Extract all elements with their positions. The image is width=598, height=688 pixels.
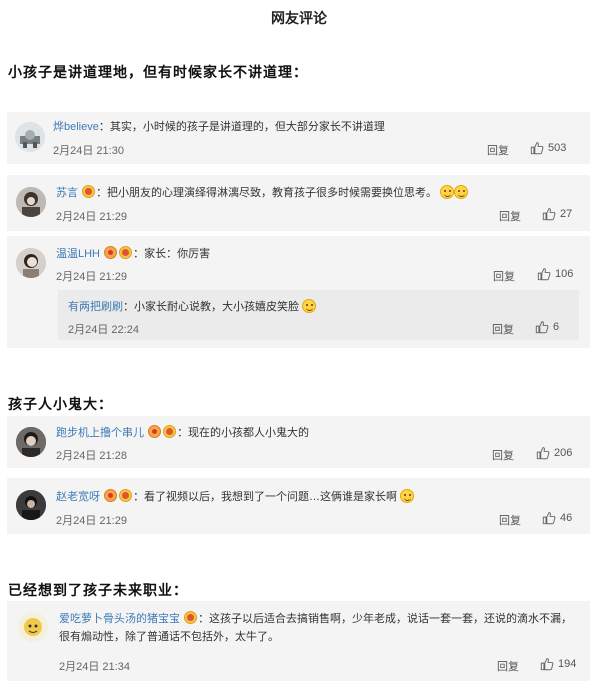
comment-card: 赵老宽呀 ：看了视频以后，我想到了一个问题…这俩谁是家长啊 2月24日 21:2… [7, 478, 590, 534]
thumbs-up-icon [537, 267, 551, 281]
thumbs-up-icon [542, 207, 556, 221]
like-button[interactable]: 503 [530, 141, 566, 155]
fans-badge-icon [184, 611, 198, 624]
comment-timestamp: 2月24日 21:34 [59, 661, 130, 673]
smile-emoji-icon [302, 299, 317, 313]
like-count: 206 [554, 447, 573, 459]
comment-timestamp: 2月24日 21:29 [56, 515, 127, 527]
vip-badge-icon [104, 489, 118, 502]
like-count: 46 [560, 512, 573, 524]
like-button[interactable]: 206 [536, 446, 572, 460]
fans-badge-icon [82, 185, 96, 198]
reply-button[interactable]: 回复 [492, 321, 514, 337]
reply-button[interactable]: 回复 [493, 268, 515, 284]
thumbs-up-icon [530, 141, 544, 155]
comment-timestamp: 2月24日 21:29 [56, 211, 127, 223]
fans-badge-icon [163, 425, 177, 438]
vip-badge-icon [148, 425, 162, 438]
fans-badge-icon [119, 489, 133, 502]
avatar[interactable] [16, 187, 46, 217]
comment-timestamp: 2月24日 21:30 [53, 145, 124, 157]
avatar[interactable] [16, 248, 46, 278]
comment-card: 温温LHH ：家长：你厉害 2月24日 21:29 回复 106 有两把刷刷：小… [7, 236, 590, 348]
comment-card: 爱吃萝卜骨头汤的猪宝宝 ：这孩子以后适合去搞销售啊，少年老成，说话一套一套，还说… [7, 601, 590, 681]
like-count: 27 [560, 208, 573, 220]
like-button[interactable]: 106 [537, 267, 573, 281]
reply-button[interactable]: 回复 [497, 658, 519, 674]
smile-emoji-icon [454, 185, 469, 199]
comment-card: 烨believe：其实，小时候的孩子是讲道理的，但大部分家长不讲道理 2月24日… [7, 112, 590, 164]
like-button[interactable]: 27 [542, 207, 572, 221]
comment-username[interactable]: 烨believe [53, 121, 99, 133]
smile-emoji-icon [440, 185, 455, 199]
comment-text: ：现在的小孩都人小鬼大的 [177, 427, 310, 439]
reply-button[interactable]: 回复 [492, 447, 514, 463]
nested-reply: 有两把刷刷：小家长耐心说教，大小孩嬉皮笑脸 2月24日 22:24 回复 6 [58, 290, 579, 340]
like-button[interactable]: 6 [535, 320, 559, 334]
like-count: 503 [548, 142, 567, 154]
vip-badge-icon [104, 246, 118, 259]
like-count: 6 [553, 321, 560, 333]
comment-username[interactable]: 温温LHH [56, 248, 100, 260]
like-count: 194 [558, 658, 577, 670]
section-heading-3: 已经想到了孩子未来职业： [8, 582, 188, 598]
reply-username[interactable]: 有两把刷刷 [68, 301, 123, 313]
section-heading-2: 孩子人小鬼大： [8, 396, 113, 412]
section-heading-1: 小孩子是讲道理地，但有时候家长不讲道理： [8, 64, 308, 80]
fans-badge-icon [119, 246, 133, 259]
comment-card: 跑步机上撸个串儿 ：现在的小孩都人小鬼大的 2月24日 21:28 回复 206 [7, 416, 590, 468]
page-title: 网友评论 [271, 10, 327, 26]
reply-text: ：小家长耐心说教，大小孩嬉皮笑脸 [123, 301, 299, 313]
reply-button[interactable]: 回复 [487, 142, 509, 158]
thumbs-up-icon [542, 511, 556, 525]
avatar[interactable] [16, 427, 46, 457]
reply-timestamp: 2月24日 22:24 [68, 324, 139, 336]
thumbs-up-icon [540, 657, 554, 671]
like-button[interactable]: 194 [540, 657, 576, 671]
smile-emoji-icon [400, 489, 415, 503]
comment-timestamp: 2月24日 21:29 [56, 271, 127, 283]
comment-text: ：把小朋友的心理演绎得淋漓尽致，教育孩子很多时候需要换位思考。 [96, 187, 438, 199]
thumbs-up-icon [535, 320, 549, 334]
avatar[interactable] [16, 490, 46, 520]
comment-text: ：其实，小时候的孩子是讲道理的，但大部分家长不讲道理 [98, 121, 385, 133]
comment-text: ：家长：你厉害 [133, 248, 211, 260]
comment-username[interactable]: 赵老宽呀 [56, 491, 100, 503]
comment-card: 苏言 ：把小朋友的心理演绎得淋漓尽致，教育孩子很多时候需要换位思考。 2月24日… [7, 175, 590, 231]
comment-username[interactable]: 跑步机上撸个串儿 [56, 427, 144, 439]
reply-button[interactable]: 回复 [499, 512, 521, 528]
thumbs-up-icon [536, 446, 550, 460]
comment-username[interactable]: 爱吃萝卜骨头汤的猪宝宝 [59, 613, 180, 625]
comment-timestamp: 2月24日 21:28 [56, 450, 127, 462]
comment-username[interactable]: 苏言 [56, 187, 78, 199]
avatar[interactable] [15, 122, 45, 152]
reply-button[interactable]: 回复 [499, 208, 521, 224]
like-count: 106 [555, 268, 574, 280]
avatar[interactable] [18, 612, 48, 642]
like-button[interactable]: 46 [542, 511, 572, 525]
comment-text: ：看了视频以后，我想到了一个问题…这俩谁是家长啊 [133, 491, 398, 503]
